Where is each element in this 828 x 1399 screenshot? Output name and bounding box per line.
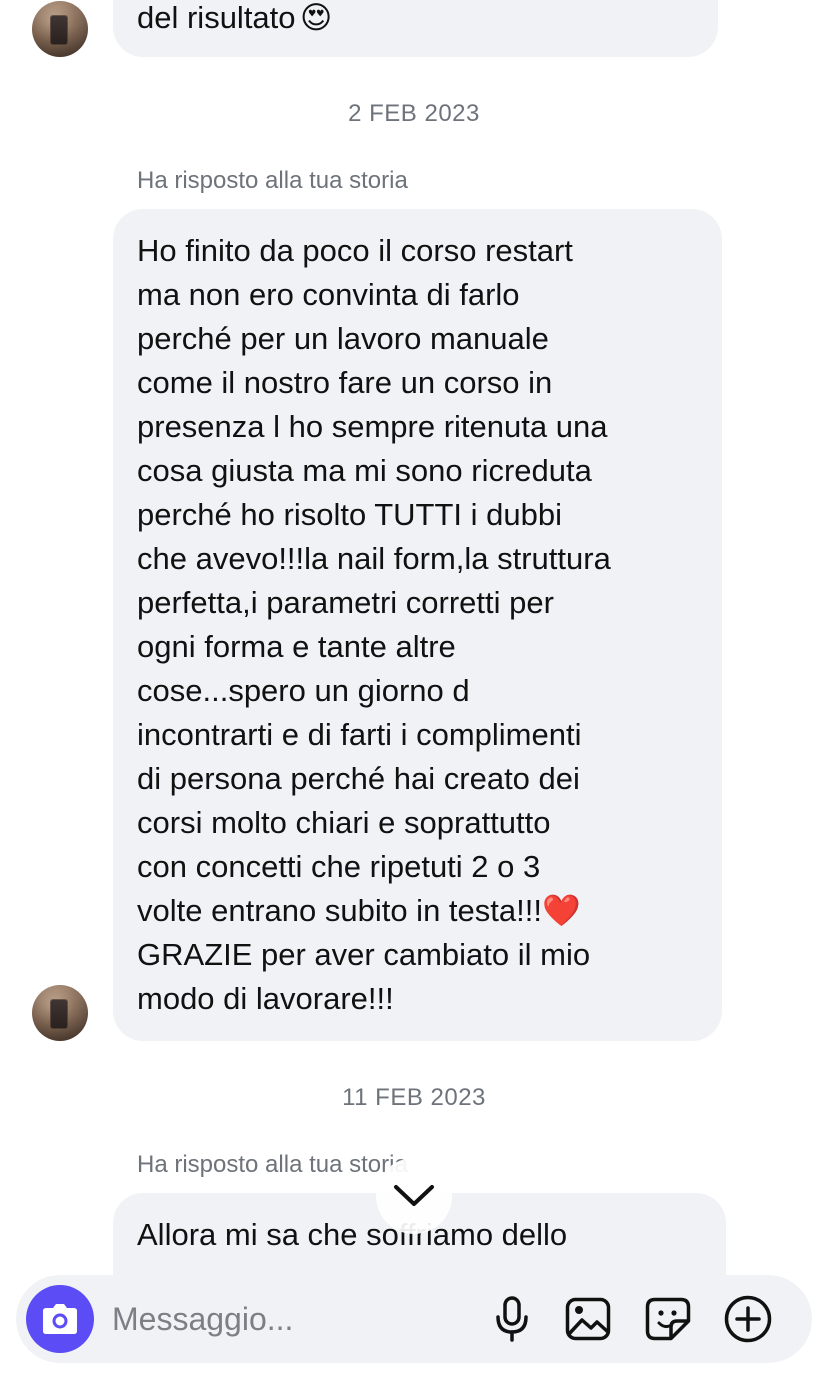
- story-reply-label: Ha risposto alla tua storia: [137, 167, 408, 194]
- story-reply-label: Ha risposto alla tua storia: [137, 1151, 408, 1178]
- plus-icon: [724, 1295, 772, 1343]
- date-separator: 11 FEB 2023: [342, 1084, 486, 1111]
- microphone-icon: [496, 1296, 528, 1342]
- camera-button[interactable]: [26, 1285, 94, 1353]
- message-bubble[interactable]: del risultato 😍: [113, 0, 718, 57]
- heart-eyes-emoji: 😍: [299, 0, 333, 36]
- camera-icon: [43, 1304, 77, 1334]
- add-content-button[interactable]: [724, 1295, 772, 1343]
- message-text: del risultato: [137, 0, 296, 35]
- message-text-body: Ho finito da poco il corso restart ma no…: [137, 233, 611, 928]
- avatar-shade: [32, 985, 88, 1041]
- message-text-end: GRAZIE per aver cambiato il mio modo di …: [137, 937, 591, 1016]
- chevron-down-icon: [394, 1185, 434, 1206]
- date-separator: 2 FEB 2023: [348, 100, 480, 127]
- message-text: Ho finito da poco il corso restart ma no…: [137, 229, 704, 1021]
- message-bubble[interactable]: Ho finito da poco il corso restart ma no…: [113, 209, 722, 1041]
- sender-avatar[interactable]: [32, 985, 88, 1041]
- sticker-button[interactable]: [644, 1295, 692, 1343]
- scroll-to-bottom-button[interactable]: [376, 1158, 452, 1234]
- message-input[interactable]: [112, 1297, 472, 1341]
- message-composer: [16, 1275, 812, 1363]
- sender-avatar[interactable]: [32, 1, 88, 57]
- sticker-icon: [645, 1297, 691, 1341]
- avatar-shade: [32, 1, 88, 57]
- gallery-icon: [565, 1297, 611, 1341]
- gallery-button[interactable]: [564, 1295, 612, 1343]
- microphone-button[interactable]: [488, 1295, 536, 1343]
- red-heart-emoji: ❤️: [541, 893, 581, 929]
